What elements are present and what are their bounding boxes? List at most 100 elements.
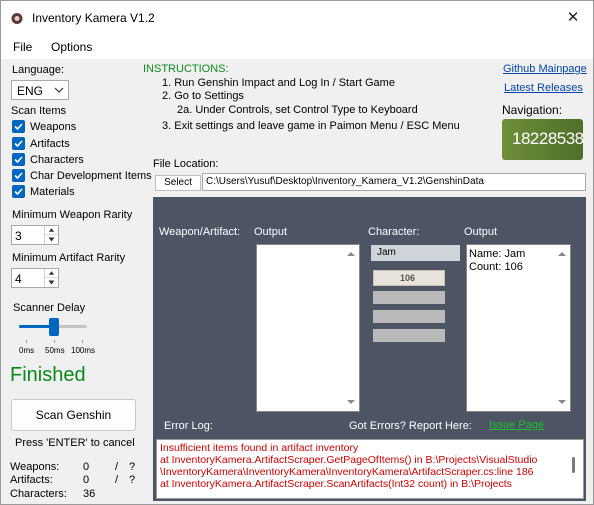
- slider-tick-label: 50ms: [45, 346, 65, 355]
- window-title: Inventory Kamera V1.2: [32, 11, 155, 25]
- instruction-line: 2a. Under Controls, set Control Type to …: [177, 104, 418, 116]
- character-output-line: Name: Jam: [469, 248, 526, 260]
- characters-count-label: Characters:: [10, 488, 67, 500]
- stepper-up-icon[interactable]: [45, 226, 58, 235]
- close-button[interactable]: ✕: [559, 5, 587, 31]
- select-folder-button[interactable]: Select: [155, 175, 201, 191]
- weapon-artifact-output-box[interactable]: [256, 244, 360, 412]
- materials-checkbox-label[interactable]: Materials: [30, 186, 75, 198]
- artifacts-checkbox[interactable]: [12, 137, 25, 150]
- error-log-line: Insufficient items found in artifact inv…: [160, 442, 359, 454]
- artifacts-count-label: Artifacts:: [10, 474, 53, 486]
- scanner-delay-thumb[interactable]: [49, 318, 59, 336]
- latest-releases-link[interactable]: Latest Releases: [504, 82, 583, 94]
- error-log-box[interactable]: Insufficient items found in artifact inv…: [156, 439, 584, 499]
- error-log-line: at InventoryKamera.ArtifactScraper.ScanA…: [160, 478, 512, 490]
- language-select[interactable]: ENG: [11, 80, 69, 100]
- weapons-count-label: Weapons:: [10, 461, 60, 473]
- issue-page-link[interactable]: Issue Page: [489, 419, 544, 431]
- char-development-items-checkbox[interactable]: [12, 169, 25, 182]
- file-path-input[interactable]: C:\Users\Yusuf\Desktop\Inventory_Kamera_…: [202, 173, 586, 191]
- character-preview-row: [373, 329, 445, 342]
- instruction-line: 1. Run Genshin Impact and Log In / Start…: [162, 77, 395, 89]
- slider-tick: [26, 340, 27, 343]
- scroll-up-icon[interactable]: [557, 250, 567, 258]
- characters-checkbox[interactable]: [12, 153, 25, 166]
- artifacts-checkbox-label[interactable]: Artifacts: [30, 138, 70, 150]
- character-name-preview-text: Jam: [377, 247, 396, 258]
- app-icon: [11, 13, 23, 24]
- navigation-label: Navigation:: [502, 103, 563, 117]
- character-output-box[interactable]: Name: Jam Count: 106: [466, 244, 571, 412]
- language-label: Language:: [12, 64, 64, 76]
- menu-bar: File Options: [1, 36, 593, 59]
- min-weapon-rarity-label: Minimum Weapon Rarity: [12, 209, 133, 221]
- character-output-text: Name: Jam Count: 106: [469, 248, 525, 274]
- character-label: Character:: [368, 226, 420, 238]
- slider-tick: [54, 340, 55, 343]
- stepper-buttons: [44, 269, 58, 287]
- stepper-down-icon[interactable]: [45, 278, 58, 287]
- stepper-buttons: [44, 226, 58, 244]
- scanner-delay-fill: [19, 325, 53, 328]
- scroll-up-icon[interactable]: [346, 250, 356, 258]
- scan-items-label: Scan Items: [11, 105, 67, 117]
- artifacts-count-sep: /: [115, 474, 119, 486]
- scan-genshin-button[interactable]: Scan Genshin: [11, 399, 136, 431]
- slider-tick: [82, 340, 83, 343]
- language-value: ENG: [17, 84, 44, 98]
- error-log-line: at InventoryKamera.ArtifactScraper.GetPa…: [160, 454, 538, 466]
- output-right-label: Output: [464, 226, 498, 238]
- weapons-checkbox[interactable]: [12, 120, 25, 133]
- app-window: Inventory Kamera V1.2 ✕ File Options Lan…: [0, 0, 594, 505]
- character-level-preview-text: 106: [400, 273, 416, 283]
- error-log-line: \InventoryKamera\InventoryKamera\Invento…: [160, 466, 534, 478]
- min-artifact-rarity-value: 4: [15, 272, 22, 286]
- navigation-image: 18228538: [502, 119, 583, 160]
- scanner-delay-label: Scanner Delay: [13, 302, 86, 314]
- status-text: Finished: [10, 364, 86, 386]
- char-development-items-checkbox-label[interactable]: Char Development Items: [30, 170, 152, 182]
- character-preview-row: [373, 310, 445, 323]
- weapons-checkbox-label[interactable]: Weapons: [30, 121, 76, 133]
- menu-options[interactable]: Options: [51, 40, 92, 54]
- weapons-count-sep: /: [115, 461, 119, 473]
- menu-file[interactable]: File: [13, 40, 32, 54]
- scroll-down-icon[interactable]: [557, 398, 567, 406]
- min-weapon-rarity-stepper[interactable]: 3: [11, 225, 59, 245]
- weapons-count-total: ?: [129, 461, 136, 473]
- checkmark-icon: [14, 156, 23, 164]
- weapons-count-value: 0: [83, 461, 90, 473]
- checkmark-icon: [14, 188, 23, 196]
- title-bar[interactable]: Inventory Kamera V1.2 ✕: [1, 1, 593, 36]
- navigation-badge-text: 18228538: [512, 129, 583, 148]
- materials-checkbox[interactable]: [12, 185, 25, 198]
- instruction-line: 3. Exit settings and leave game in Paimo…: [162, 120, 460, 132]
- cancel-hint: Press 'ENTER' to cancel: [15, 437, 135, 449]
- character-preview-row: [373, 291, 445, 304]
- slider-tick-label: 0ms: [19, 346, 35, 355]
- characters-checkbox-label[interactable]: Characters: [30, 154, 84, 166]
- output-left-label: Output: [254, 226, 288, 238]
- error-log-scrollbar[interactable]: [572, 457, 575, 473]
- min-weapon-rarity-value: 3: [15, 229, 22, 243]
- artifacts-count-total: ?: [129, 474, 136, 486]
- checkmark-icon: [14, 172, 23, 180]
- instructions-title: INSTRUCTIONS:: [143, 63, 229, 75]
- character-level-preview: 106: [373, 270, 445, 286]
- artifacts-count-value: 0: [83, 474, 90, 486]
- chevron-down-icon: [54, 87, 64, 93]
- instruction-line: 2. Go to Settings: [162, 90, 244, 102]
- stepper-down-icon[interactable]: [45, 235, 58, 244]
- error-log-label: Error Log:: [164, 420, 213, 432]
- weapon-artifact-label: Weapon/Artifact:: [159, 226, 241, 238]
- stepper-up-icon[interactable]: [45, 269, 58, 278]
- character-output-line: Count: 106: [469, 261, 523, 273]
- character-name-preview: Jam: [371, 245, 460, 261]
- report-errors-label: Got Errors? Report Here:: [349, 420, 472, 432]
- checkmark-icon: [14, 140, 23, 148]
- scroll-down-icon[interactable]: [346, 398, 356, 406]
- min-artifact-rarity-stepper[interactable]: 4: [11, 268, 59, 288]
- characters-count-value: 36: [83, 488, 96, 500]
- github-link[interactable]: Github Mainpage: [503, 63, 587, 75]
